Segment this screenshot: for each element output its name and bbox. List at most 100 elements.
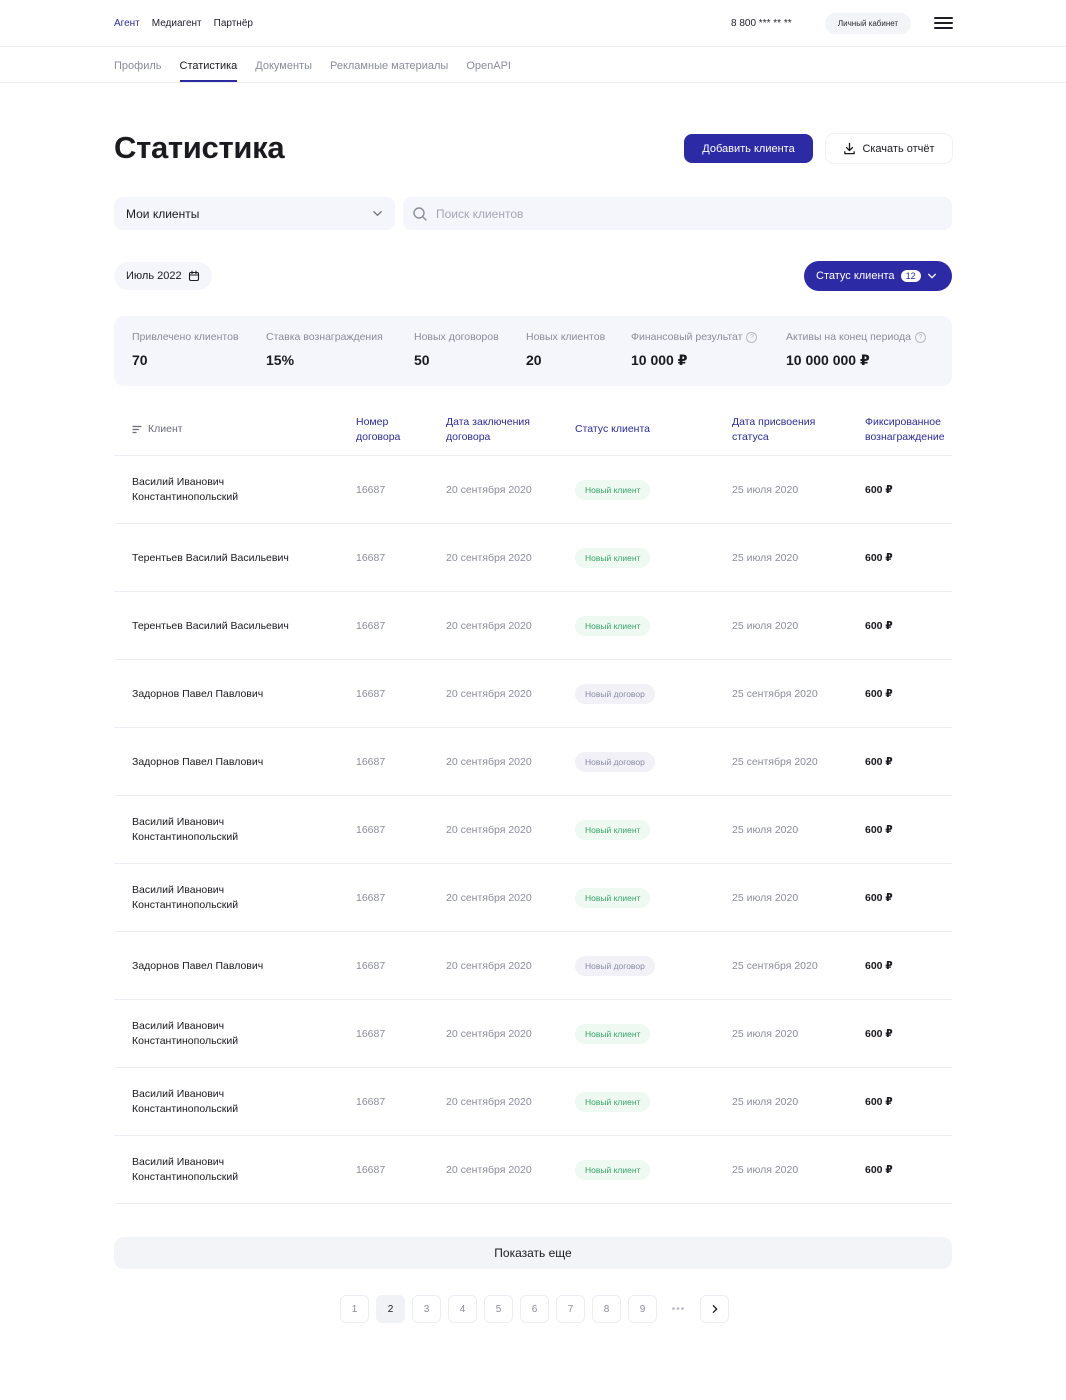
add-client-button[interactable]: Добавить клиента <box>684 134 813 163</box>
page-6-button[interactable]: 6 <box>520 1295 549 1323</box>
clients-select-value: Мои клиенты <box>126 206 200 221</box>
table-row[interactable]: Терентьев Василий Васильевич 16687 20 сент… <box>114 524 952 592</box>
tab-statistics[interactable]: Статистика <box>179 60 237 82</box>
phone-number[interactable]: 8 800 *** ** ** <box>731 18 792 29</box>
contract-number: 16687 <box>356 1028 386 1040</box>
tab-documents[interactable]: Документы <box>255 60 312 82</box>
status-date: 25 июля 2020 <box>732 824 799 836</box>
status-badge: Новый клиент <box>575 888 651 908</box>
chevron-down-icon <box>927 273 936 279</box>
stat-reward-rate: Ставка вознаграждения 15% <box>266 331 383 368</box>
status-cell: Новый договор <box>575 932 655 1000</box>
search-input[interactable] <box>436 206 916 221</box>
role-mediaagent[interactable]: Медиагент <box>152 18 202 29</box>
table-row[interactable]: Василий Иванович Константинопольский 1668… <box>114 1000 952 1068</box>
table-row[interactable]: Задорнов Павел Павлович 16687 20 сентября … <box>114 728 952 796</box>
page-9-button[interactable]: 9 <box>628 1295 657 1323</box>
contract-number: 16687 <box>356 960 386 972</box>
status-date: 25 июля 2020 <box>732 552 799 564</box>
stat-value: 10 000 000 ₽ <box>786 352 870 368</box>
page-7-button[interactable]: 7 <box>556 1295 585 1323</box>
client-name: Василий Иванович Константинопольский <box>132 816 239 843</box>
tab-ad-materials[interactable]: Рекламные материалы <box>330 60 448 82</box>
table-row[interactable]: Василий Иванович Константинопольский 1668… <box>114 1068 952 1136</box>
personal-cabinet-button[interactable]: Личный кабинет <box>825 13 911 34</box>
menu-icon[interactable] <box>934 17 953 30</box>
table-row[interactable]: Задорнов Павел Павлович 16687 20 сентября … <box>114 660 952 728</box>
page-title: Статистика <box>114 130 285 165</box>
table-header: Клиент Номер договора Дата заключения до… <box>114 404 952 456</box>
column-status[interactable]: Статус клиента <box>575 422 650 437</box>
sub-navigation: Профиль Статистика Документы Рекламные м… <box>0 47 1066 83</box>
table-row[interactable]: Василий Иванович Константинопольский 1668… <box>114 1136 952 1204</box>
tab-openapi[interactable]: OpenAPI <box>466 60 511 82</box>
contract-date: 20 сентября 2020 <box>446 1028 532 1040</box>
client-name: Задорнов Павел Павлович <box>132 755 264 768</box>
status-filter-button[interactable]: Статус клиента 12 <box>804 261 952 291</box>
status-date: 25 сентября 2020 <box>732 960 818 972</box>
client-name: Василий Иванович Константинопольский <box>132 1020 239 1047</box>
month-value: Июль 2022 <box>126 270 182 282</box>
status-cell: Новый клиент <box>575 796 651 864</box>
client-name: Василий Иванович Константинопольский <box>132 884 239 911</box>
table-row[interactable]: Василий Иванович Константинопольский 1668… <box>114 456 952 524</box>
status-cell: Новый договор <box>575 728 655 796</box>
clients-select[interactable]: Мои клиенты <box>114 197 395 230</box>
fixed-fee: 600 ₽ <box>865 1164 893 1176</box>
client-name: Василий Иванович Константинопольский <box>132 1156 239 1183</box>
column-fee[interactable]: Фиксированное вознаграждение <box>865 415 955 445</box>
role-partner[interactable]: Партнёр <box>214 18 253 29</box>
contract-date: 20 сентября 2020 <box>446 960 532 972</box>
column-client-label: Клиент <box>148 423 183 435</box>
stat-label: Финансовый результат <box>631 331 743 343</box>
client-name: Василий Иванович Константинопольский <box>132 1088 239 1115</box>
month-picker[interactable]: Июль 2022 <box>114 262 212 290</box>
column-contract-number[interactable]: Номер договора <box>356 415 416 445</box>
client-name: Василий Иванович Константинопольский <box>132 476 239 503</box>
status-badge: Новый клиент <box>575 616 651 636</box>
page-3-button[interactable]: 3 <box>412 1295 441 1323</box>
column-status-date[interactable]: Дата присвоения статуса <box>732 415 832 445</box>
fixed-fee: 600 ₽ <box>865 484 893 496</box>
contract-number: 16687 <box>356 1096 386 1108</box>
status-cell: Новый клиент <box>575 456 651 524</box>
table-row[interactable]: Василий Иванович Константинопольский 1668… <box>114 864 952 932</box>
status-filter-count: 12 <box>900 270 921 282</box>
client-name: Терентьев Василий Васильевич <box>132 551 289 564</box>
calendar-icon <box>188 270 199 282</box>
table-row[interactable]: Терентьев Василий Васильевич 16687 20 сент… <box>114 592 952 660</box>
role-switcher: Агент Медиагент Партнёр <box>114 18 253 29</box>
chevron-down-icon <box>373 211 382 216</box>
status-cell: Новый клиент <box>575 864 651 932</box>
table-row[interactable]: Василий Иванович Константинопольский 1668… <box>114 796 952 864</box>
contract-date: 20 сентября 2020 <box>446 552 532 564</box>
role-agent[interactable]: Агент <box>114 18 140 29</box>
show-more-button[interactable]: Показать еще <box>114 1237 952 1269</box>
download-report-button[interactable]: Скачать отчёт <box>826 134 952 163</box>
page-8-button[interactable]: 8 <box>592 1295 621 1323</box>
contract-number: 16687 <box>356 484 386 496</box>
table-row[interactable]: Задорнов Павел Павлович 16687 20 сентября … <box>114 932 952 1000</box>
next-page-button[interactable] <box>700 1295 729 1323</box>
contract-number: 16687 <box>356 824 386 836</box>
status-date: 25 июля 2020 <box>732 1164 799 1176</box>
help-icon[interactable]: ? <box>746 331 758 343</box>
fixed-fee: 600 ₽ <box>865 960 893 972</box>
stat-financial-result: Финансовый результат? 10 000 ₽ <box>631 331 758 369</box>
download-report-label: Скачать отчёт <box>862 142 935 155</box>
tab-profile[interactable]: Профиль <box>114 60 162 82</box>
help-icon[interactable]: ? <box>914 331 926 343</box>
page-1-button[interactable]: 1 <box>340 1295 369 1323</box>
column-contract-date[interactable]: Дата заключения договора <box>446 415 546 445</box>
column-client[interactable]: Клиент <box>132 422 183 437</box>
pagination-ellipsis: ••• <box>664 1295 693 1323</box>
fixed-fee: 600 ₽ <box>865 824 893 836</box>
pagination: 1 2 3 4 5 6 7 8 9 ••• <box>340 1295 729 1323</box>
contract-number: 16687 <box>356 688 386 700</box>
contract-number: 16687 <box>356 1164 386 1176</box>
stats-panel: Привлечено клиентов 70 Ставка вознагражд… <box>114 316 952 386</box>
page-5-button[interactable]: 5 <box>484 1295 513 1323</box>
page-4-button[interactable]: 4 <box>448 1295 477 1323</box>
contract-number: 16687 <box>356 620 386 632</box>
page-2-button[interactable]: 2 <box>376 1295 405 1323</box>
